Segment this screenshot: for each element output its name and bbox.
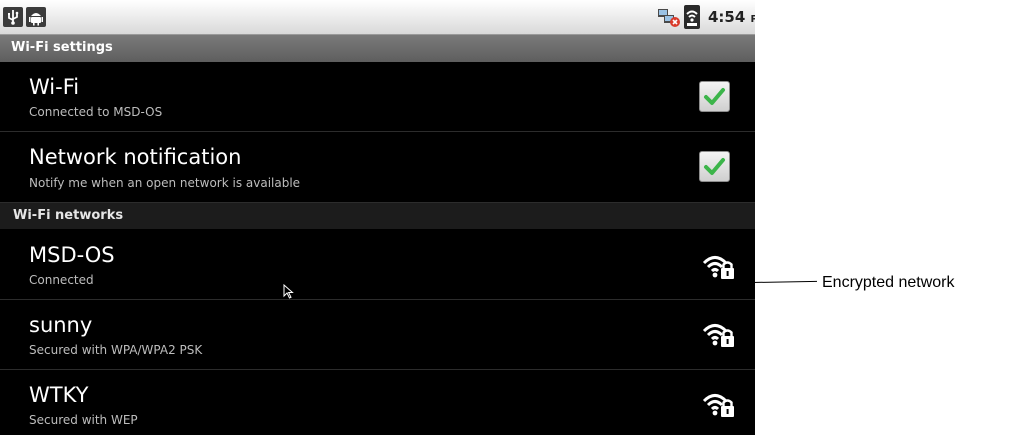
title-bar: Wi-Fi settings (0, 35, 755, 62)
network-notification-row[interactable]: Network notification Notify me when an o… (0, 132, 755, 203)
network-ssid: WTKY (29, 383, 89, 407)
wifi-networks-header: Wi-Fi networks (0, 203, 755, 229)
wifi-toggle-summary: Connected to MSD-OS (29, 105, 163, 119)
signal-icon (684, 5, 700, 29)
mouse-cursor-icon (283, 284, 294, 299)
network-ssid: sunny (29, 313, 93, 337)
network-item-msd-os[interactable]: MSD-OS Connected (0, 229, 755, 300)
network-status: Secured with WEP (29, 413, 138, 427)
no-data-connection-icon (657, 6, 681, 28)
network-status: Connected (29, 273, 94, 287)
callout-line (751, 280, 817, 283)
clock-time: 4:54 (708, 8, 746, 26)
usb-icon (3, 7, 23, 27)
network-notification-summary: Notify me when an open network is availa… (29, 176, 301, 190)
wifi-toggle-row[interactable]: Wi-Fi Connected to MSD-OS (0, 62, 755, 132)
wifi-checkbox[interactable] (699, 81, 730, 112)
wifi-toggle-title: Wi-Fi (29, 75, 80, 99)
page-title: Wi-Fi settings (11, 40, 113, 55)
android-debug-icon (26, 7, 46, 27)
network-status: Secured with WPA/WPA2 PSK (29, 343, 203, 357)
wifi-networks-header-label: Wi-Fi networks (13, 208, 124, 223)
status-clock: 4:54 PM (708, 8, 755, 26)
status-bar: 4:54 PM (0, 0, 755, 35)
checkmark-icon (704, 158, 725, 175)
network-notification-title: Network notification (29, 145, 242, 169)
device-screen: 4:54 PM Wi-Fi settings Wi-Fi Connected t… (0, 0, 755, 435)
network-item-wtky[interactable]: WTKY Secured with WEP (0, 370, 755, 435)
wifi-lock-icon (702, 256, 734, 279)
wifi-lock-icon (702, 324, 734, 347)
clock-ampm: PM (750, 14, 755, 25)
network-item-sunny[interactable]: sunny Secured with WPA/WPA2 PSK (0, 300, 755, 370)
network-ssid: MSD-OS (29, 243, 115, 267)
callout-label: Encrypted network (822, 274, 955, 291)
wifi-lock-icon (702, 394, 734, 417)
checkmark-icon (704, 88, 725, 105)
network-notification-checkbox[interactable] (699, 151, 730, 182)
